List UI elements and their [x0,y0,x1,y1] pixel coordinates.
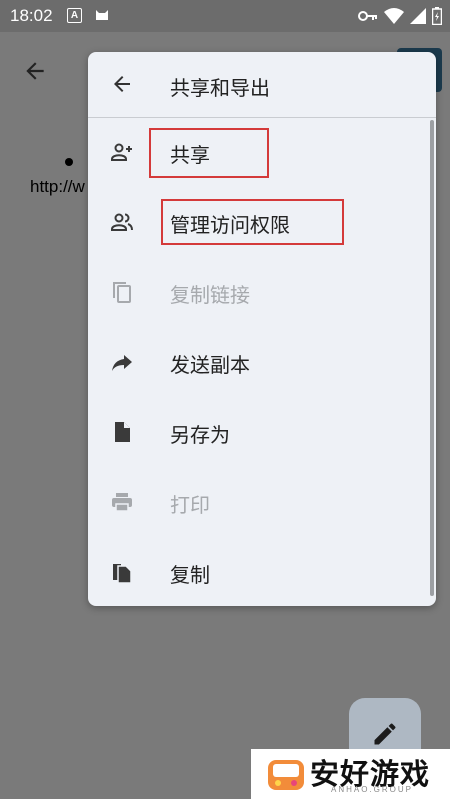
menu-scrollbar[interactable] [430,120,434,596]
a-notification-icon: A [67,8,82,23]
status-bar: 18:02 A [0,0,450,32]
print-icon [112,493,132,512]
menu-item-label: 打印 [170,493,210,517]
watermark-url: ANHAO.GROUP [331,785,414,794]
menu-item-label: 复制 [170,563,210,587]
battery-icon [432,7,442,25]
people-icon [111,213,133,231]
file-icon [115,422,130,442]
highlight-box-share [149,128,269,178]
menu-item-label: 发送副本 [170,353,250,377]
back-arrow-icon[interactable] [22,58,48,84]
forward-icon [112,355,132,371]
menu-title: 共享和导出 [170,76,270,100]
cat-notification-icon [96,10,108,20]
gamepad-logo-icon [268,760,304,790]
menu-back-arrow-icon[interactable] [110,72,134,96]
key-icon [358,11,377,21]
copy-icon [113,282,131,303]
menu-item-duplicate[interactable]: 复制 [88,537,428,606]
menu-item-copy-link: 复制链接 [88,257,428,327]
background-link: http://w [30,177,85,196]
wifi-icon [384,8,404,24]
menu-item-label: 复制链接 [170,283,250,307]
file-copy-icon [113,564,132,584]
menu-header: 共享和导出 [88,52,436,118]
menu-item-send-copy[interactable]: 发送副本 [88,327,428,397]
highlight-box-manage-access [161,199,344,245]
signal-icon [410,8,426,24]
person-add-icon [111,143,132,161]
list-bullet [65,158,73,166]
menu-item-print: 打印 [88,467,428,537]
watermark: 安好游戏 ANHAO.GROUP [251,749,450,799]
status-right-icons [358,6,442,26]
menu-item-label: 另存为 [170,423,230,447]
menu-item-save-as[interactable]: 另存为 [88,397,428,467]
status-time: 18:02 [10,6,53,25]
pencil-icon [374,723,396,745]
